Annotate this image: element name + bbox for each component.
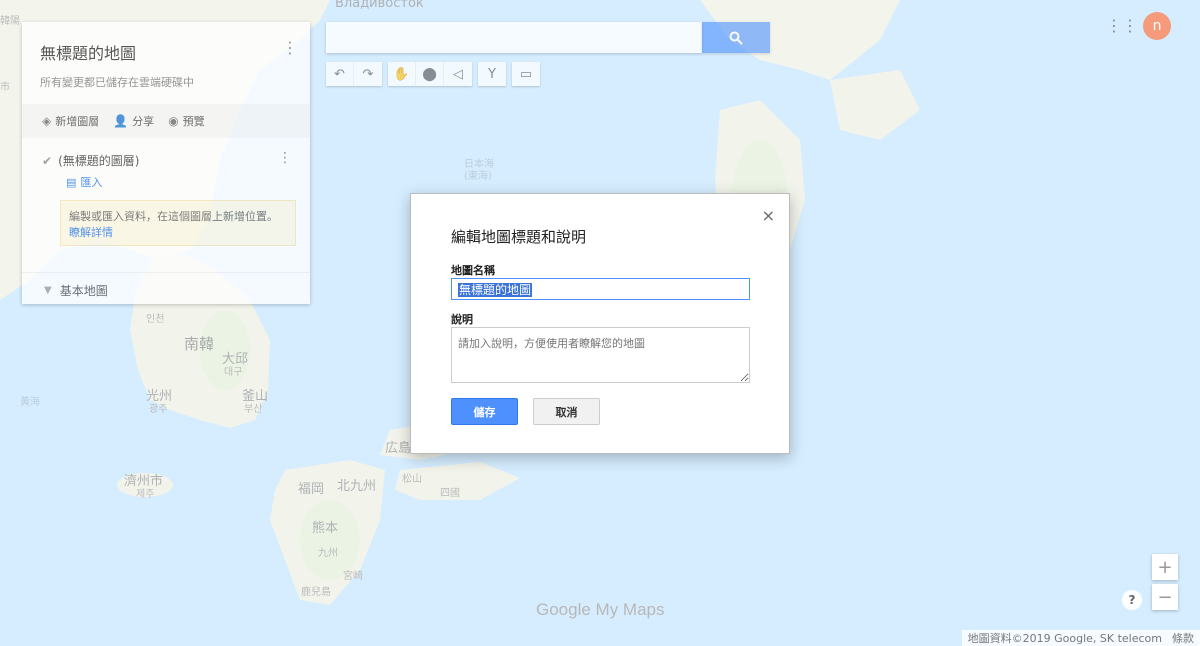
help-button[interactable]: ? [1122,590,1142,610]
learn-more-link[interactable]: 瞭解詳情 [69,226,113,239]
marker-icon[interactable]: ⬤ [416,62,444,86]
description-field[interactable] [451,327,750,383]
share-button[interactable]: 👤 分享 [113,113,154,129]
checkmark-icon[interactable]: ✔ [42,154,52,168]
basemap-toggle[interactable]: ▼ 基本地圖 [44,282,108,299]
draw-tools: ✋ ⬤ ◁ [388,62,472,86]
add-layer-label: 新增圖層 [55,115,100,128]
save-status: 所有變更都已儲存在雲端硬碟中 [40,76,194,89]
search-icon [729,31,743,45]
redo-icon[interactable]: ↷ [354,62,382,86]
map-name-input[interactable]: 無標題的地圖 [451,278,750,300]
preview-button[interactable]: ◉ 預覽 [168,113,204,129]
map-attribution: 地圖資料©2019 Google, SK telecom 條款 [961,630,1200,646]
share-label: 分享 [132,115,155,128]
layer-name[interactable]: (無標題的圖層) [58,152,139,169]
save-button[interactable]: 儲存 [451,398,518,425]
import-link[interactable]: ▤ 匯入 [66,174,102,190]
eye-icon: ◉ [168,114,179,128]
attribution-text: 地圖資料©2019 Google, SK telecom [967,632,1162,645]
map-options-icon[interactable]: ⋮ [282,38,298,57]
chevron-down-icon: ▼ [44,285,52,296]
panel-actions: ◈ 新增圖層 👤 分享 ◉ 預覽 [22,104,310,138]
measure-tools: ▭ [512,62,540,86]
map-name-value: 無標題的地圖 [458,283,533,297]
edit-title-dialog: × 編輯地圖標題和說明 地圖名稱 無標題的地圖 說明 儲存 取消 [410,193,790,454]
history-tools: ↶ ↷ [326,62,382,86]
close-icon[interactable]: × [762,206,775,225]
zoom-in-button[interactable]: + [1152,554,1178,580]
file-icon: ▤ [66,175,77,189]
terms-link[interactable]: 條款 [1172,630,1194,646]
search-input[interactable] [326,22,702,53]
route-tools: Y [478,62,506,86]
cancel-button[interactable]: 取消 [533,398,600,425]
preview-label: 預覽 [182,115,205,128]
directions-icon[interactable]: Y [478,62,506,86]
dialog-title: 編輯地圖標題和說明 [451,228,587,246]
google-my-maps-logo: Google My Maps [536,600,665,619]
layer-hint-box: 編製或匯入資料，在這個圖層上新增位置。 瞭解詳情 [60,200,296,246]
map-name-label: 地圖名稱 [451,264,495,277]
description-label: 說明 [451,313,473,326]
map-title[interactable]: 無標題的地圖 [40,40,136,64]
panel-divider [22,272,310,273]
zoom-out-button[interactable]: − [1152,584,1178,610]
import-label: 匯入 [80,176,103,189]
draw-line-icon[interactable]: ◁ [444,62,472,86]
ruler-icon[interactable]: ▭ [512,62,540,86]
map-toolbar: ↶ ↷ ✋ ⬤ ◁ Y ▭ [326,62,540,86]
undo-icon[interactable]: ↶ [326,62,354,86]
hand-icon[interactable]: ✋ [388,62,416,86]
layers-icon: ◈ [42,114,52,128]
add-person-icon: 👤 [113,114,129,128]
hint-text: 編製或匯入資料，在這個圖層上新增位置。 [69,210,278,223]
search-button[interactable] [702,22,770,53]
avatar[interactable]: n [1143,12,1171,40]
layer-options-icon[interactable]: ⋮ [278,150,292,166]
add-layer-button[interactable]: ◈ 新增圖層 [42,113,99,129]
map-legend-panel: 無標題的地圖 ⋮ 所有變更都已儲存在雲端硬碟中 ◈ 新增圖層 👤 分享 ◉ 預覽… [22,22,310,304]
layer-row[interactable]: ✔ (無標題的圖層) [42,152,139,169]
basemap-label: 基本地圖 [59,284,108,298]
